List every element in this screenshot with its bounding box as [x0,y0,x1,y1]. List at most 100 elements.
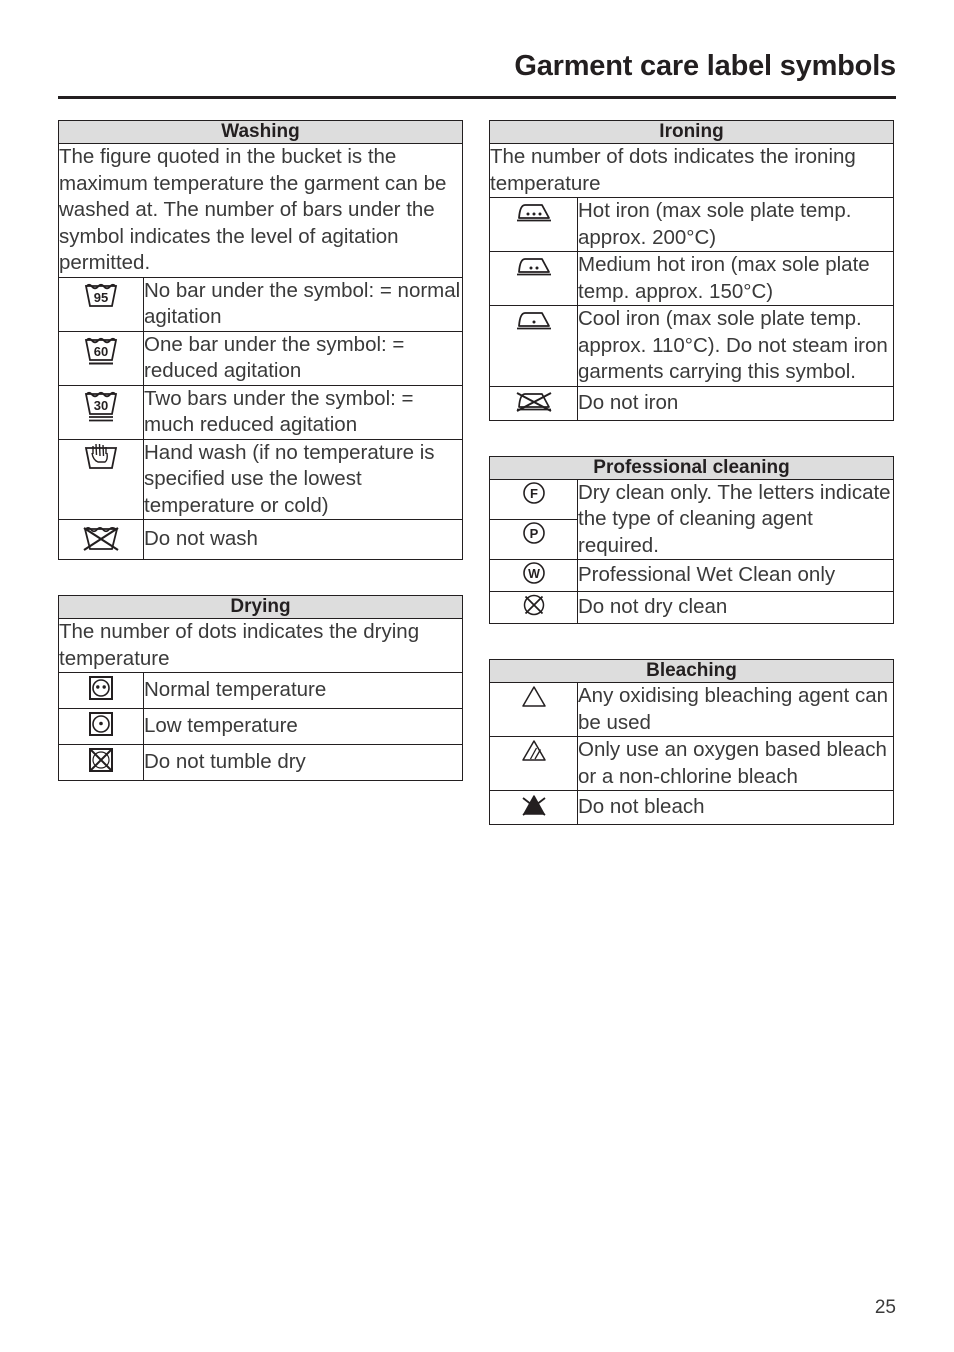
wet-clean-w-icon: W [521,560,547,586]
table-row: W Professional Wet Clean only [489,559,894,592]
bleach-oxygen-only-cell [489,736,578,791]
page-number: 25 [874,1297,896,1318]
professional-cleaning-heading: Professional cleaning [489,455,894,480]
table-row: Do not iron [489,385,894,421]
table-row: Normal temperature [58,672,463,709]
ironing-row-text: Do not iron [577,385,894,421]
iron-cool-cell [489,305,578,387]
title-divider [58,96,896,99]
page-title: Garment care label symbols [514,50,896,82]
do-not-tumble-dry-cell [58,744,144,781]
svg-text:30: 30 [94,398,108,413]
tumble-dry-low-cell [58,708,144,745]
washing-row-text: Two bars under the symbol: = much reduce… [143,384,463,440]
table-row: The number of dots indicates the ironing… [489,143,894,198]
table-row: Hand wash (if no temperature is specifie… [58,438,463,520]
drying-intro: The number of dots indicates the drying … [58,618,463,673]
drying-table: Drying The number of dots indicates the … [58,595,463,781]
dry-clean-p-icon: P [521,520,547,546]
tumble-dry-normal-icon [86,673,116,703]
drying-row-text: Low temperature [143,708,463,745]
wash-tub-95-icon: 95 [81,278,121,312]
svg-text:F: F [530,486,538,501]
table-row: 60 One bar under the symbol: = reduced a… [58,330,463,386]
svg-text:95: 95 [94,290,108,305]
hand-wash-cell [58,438,144,520]
do-not-bleach-icon [519,791,549,819]
table-row: Professional cleaning [489,455,894,480]
washing-row-text: Do not wash [143,519,463,560]
bleach-any-cell [489,682,578,737]
do-not-tumble-dry-icon [86,745,116,775]
washing-row-text: Hand wash (if no temperature is specifie… [143,438,463,520]
professional-cleaning-row-text: Dry clean only. The letters indicate the… [577,478,894,560]
table-row: F Dry clean only. The letters indicate t… [489,478,894,560]
bleaching-row-text: Do not bleach [577,790,894,825]
iron-medium-cell [489,251,578,306]
wash-tub-30-cell: 30 [58,384,144,440]
ironing-table: Ironing The number of dots indicates the… [489,120,894,421]
svg-text:P: P [529,526,538,541]
tumble-dry-low-icon [86,709,116,739]
table-row: Do not bleach [489,790,894,825]
drying-heading: Drying [58,595,463,619]
professional-cleaning-table: Professional cleaning F Dry clean only. … [489,455,894,624]
table-row: Medium hot iron (max sole plate temp. ap… [489,251,894,306]
ironing-row-text: Hot iron (max sole plate temp. approx. 2… [577,197,894,252]
table-row: Only use an oxygen based bleach or a non… [489,736,894,791]
table-row: Hot iron (max sole plate temp. approx. 2… [489,197,894,252]
do-not-wash-icon [78,520,124,554]
wet-clean-w-cell: W [489,559,578,592]
svg-text:W: W [528,567,540,581]
right-column: Ironing The number of dots indicates the… [489,120,894,860]
table-row: Any oxidising bleaching agent can be use… [489,682,894,737]
dry-clean-p-cell: P [489,518,578,561]
do-not-iron-cell [489,385,578,421]
do-not-dry-clean-icon [521,592,547,618]
left-column: Washing The figure quoted in the bucket … [58,120,463,816]
document-page: Garment care label symbols Washing The f… [0,0,954,1352]
ironing-row-text: Medium hot iron (max sole plate temp. ap… [577,251,894,306]
table-row: Cool iron (max sole plate temp. approx. … [489,305,894,387]
ironing-intro: The number of dots indicates the ironing… [489,143,894,198]
wash-tub-60-cell: 60 [58,330,144,386]
wash-tub-30-icon: 30 [81,386,121,425]
bleach-oxygen-only-icon [520,737,548,763]
do-not-wash-cell [58,519,144,560]
wash-tub-60-icon: 60 [81,332,121,368]
tumble-dry-normal-cell [58,672,144,709]
table-row: Do not wash [58,519,463,560]
table-row: Ironing [489,120,894,144]
table-row: Drying [58,595,463,619]
washing-intro: The figure quoted in the bucket is the m… [58,143,463,278]
drying-row-text: Do not tumble dry [143,744,463,781]
table-row: Bleaching [489,659,894,683]
dry-clean-f-icon: F [521,480,547,506]
washing-row-text: One bar under the symbol: = reduced agit… [143,330,463,386]
do-not-iron-icon [511,387,557,415]
bleach-any-icon [520,683,548,709]
bleaching-table: Bleaching Any oxidising bleaching agent … [489,659,894,825]
table-row: The number of dots indicates the drying … [58,618,463,673]
drying-row-text: Normal temperature [143,672,463,709]
do-not-dry-clean-cell [489,591,578,624]
ironing-row-text: Cool iron (max sole plate temp. approx. … [577,305,894,387]
do-not-bleach-cell [489,790,578,825]
bleaching-row-text: Only use an oxygen based bleach or a non… [577,736,894,791]
table-row: Do not dry clean [489,591,894,624]
ironing-heading: Ironing [489,120,894,144]
iron-hot-cell [489,197,578,252]
washing-table: Washing The figure quoted in the bucket … [58,120,463,560]
iron-hot-icon [511,198,557,224]
washing-heading: Washing [58,120,463,144]
iron-medium-icon [511,252,557,278]
table-row: 95 No bar under the symbol: = normal agi… [58,276,463,332]
wash-tub-95-cell: 95 [58,276,144,332]
hand-wash-icon [81,440,121,474]
table-row: Low temperature [58,708,463,745]
table-row: Do not tumble dry [58,744,463,781]
washing-row-text: No bar under the symbol: = normal agitat… [143,276,463,332]
dry-clean-f-cell: F [489,478,578,520]
professional-cleaning-row-text: Professional Wet Clean only [577,559,894,592]
table-row: 30 Two bars under the symbol: = much red… [58,384,463,440]
